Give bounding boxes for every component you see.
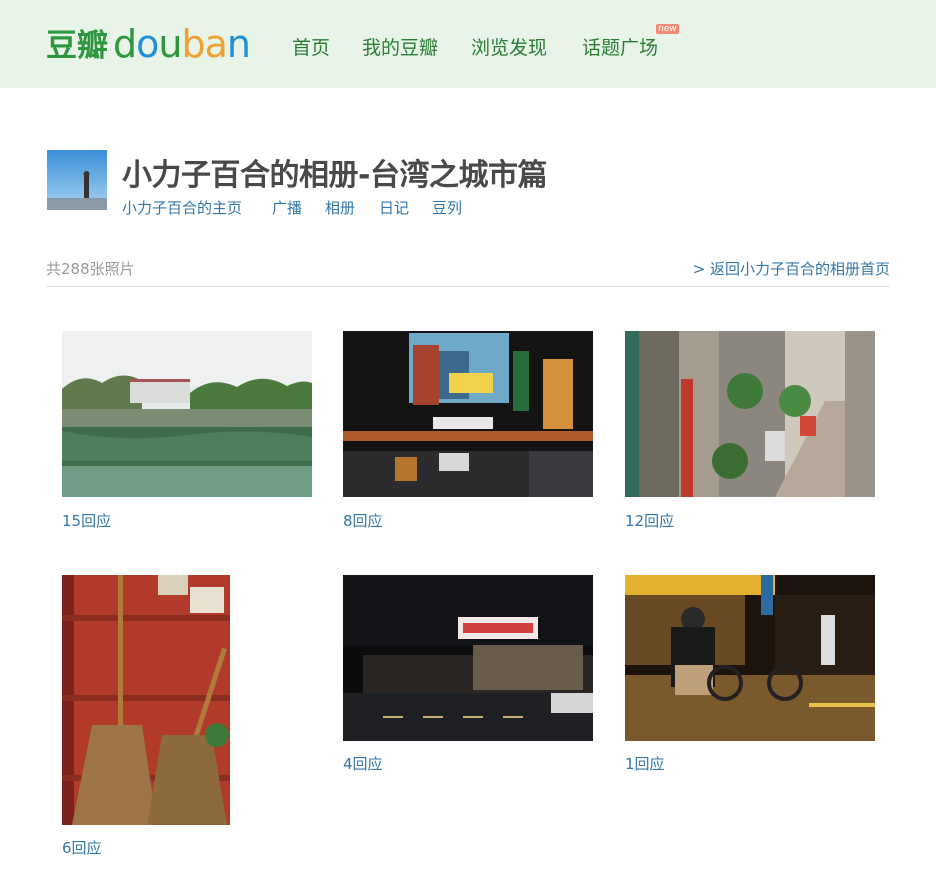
photo-thumbnail[interactable] bbox=[625, 331, 875, 497]
nav-topics[interactable]: 话题广场 bbox=[582, 33, 658, 60]
photo-count: 共288张照片 bbox=[46, 260, 135, 278]
photo-thumbnail[interactable] bbox=[62, 575, 230, 825]
link-doulist[interactable]: 豆列 bbox=[432, 197, 462, 218]
link-diary[interactable]: 日记 bbox=[379, 197, 409, 218]
new-badge: new bbox=[656, 24, 679, 34]
photo-thumbnail[interactable] bbox=[343, 575, 593, 741]
avatar[interactable] bbox=[47, 150, 107, 210]
photo-reply-count[interactable]: 6回应 bbox=[62, 837, 102, 858]
link-broadcast[interactable]: 广播 bbox=[272, 197, 302, 218]
photo-reply-count[interactable]: 12回应 bbox=[625, 510, 674, 531]
link-albums[interactable]: 相册 bbox=[325, 197, 355, 218]
photo-thumbnail[interactable] bbox=[62, 331, 312, 497]
nav-explore[interactable]: 浏览发现 bbox=[471, 33, 547, 60]
photo-thumbnail[interactable] bbox=[625, 575, 875, 741]
link-owner-home[interactable]: 小力子百合的主页 bbox=[122, 197, 242, 218]
photo-reply-count[interactable]: 15回应 bbox=[62, 510, 111, 531]
logo-chinese-text: 豆瓣 bbox=[46, 28, 108, 64]
photo-reply-count[interactable]: 1回应 bbox=[625, 753, 665, 774]
photo-reply-count[interactable]: 8回应 bbox=[343, 510, 383, 531]
photo-reply-count[interactable]: 4回应 bbox=[343, 753, 383, 774]
logo-english-text: douban bbox=[113, 22, 251, 66]
page-title: 小力子百合的相册-台湾之城市篇 bbox=[122, 158, 547, 193]
nav-my-douban[interactable]: 我的豆瓣 bbox=[362, 33, 438, 60]
photo-thumbnail[interactable] bbox=[343, 331, 593, 497]
divider bbox=[46, 286, 890, 287]
nav-home[interactable]: 首页 bbox=[292, 33, 330, 60]
back-to-albums-link[interactable]: > 返回小力子百合的相册首页 bbox=[693, 258, 890, 279]
top-nav-bar: 豆瓣 douban 首页 我的豆瓣 浏览发现 话题广场 new bbox=[0, 0, 936, 88]
